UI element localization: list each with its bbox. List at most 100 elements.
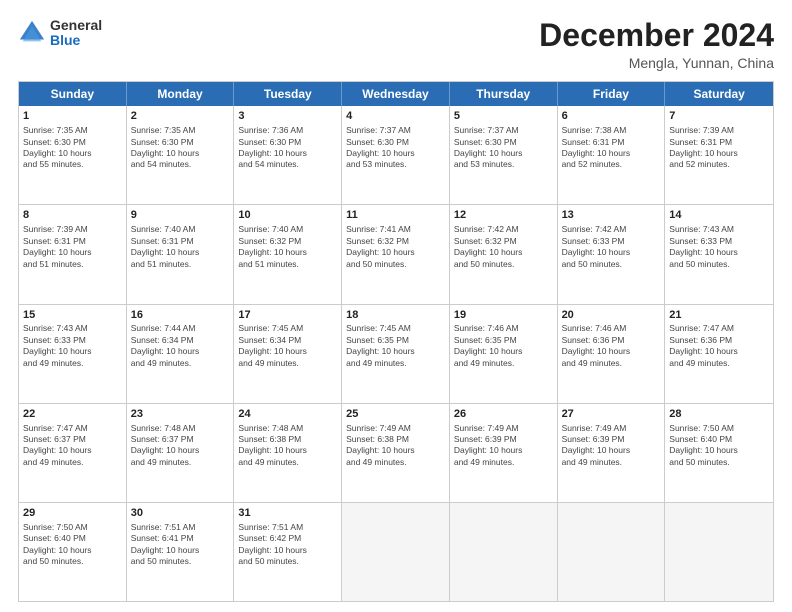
calendar-row-2: 15Sunrise: 7:43 AMSunset: 6:33 PMDayligh… xyxy=(19,304,773,403)
day-number: 4 xyxy=(346,109,445,124)
cell-info: Sunrise: 7:38 AMSunset: 6:31 PMDaylight:… xyxy=(562,125,631,169)
calendar-cell-4-6 xyxy=(665,503,773,601)
day-number: 2 xyxy=(131,109,230,124)
cell-info: Sunrise: 7:37 AMSunset: 6:30 PMDaylight:… xyxy=(346,125,415,169)
month-title: December 2024 xyxy=(539,18,774,53)
calendar-cell-1-4: 12Sunrise: 7:42 AMSunset: 6:32 PMDayligh… xyxy=(450,205,558,303)
calendar-cell-4-2: 31Sunrise: 7:51 AMSunset: 6:42 PMDayligh… xyxy=(234,503,342,601)
logo-icon xyxy=(18,19,46,47)
cell-info: Sunrise: 7:45 AMSunset: 6:34 PMDaylight:… xyxy=(238,323,307,367)
day-number: 18 xyxy=(346,308,445,323)
cell-info: Sunrise: 7:51 AMSunset: 6:41 PMDaylight:… xyxy=(131,522,200,566)
calendar-cell-3-4: 26Sunrise: 7:49 AMSunset: 6:39 PMDayligh… xyxy=(450,404,558,502)
calendar-cell-2-5: 20Sunrise: 7:46 AMSunset: 6:36 PMDayligh… xyxy=(558,305,666,403)
day-number: 28 xyxy=(669,407,769,422)
cell-info: Sunrise: 7:40 AMSunset: 6:32 PMDaylight:… xyxy=(238,224,307,268)
cell-info: Sunrise: 7:48 AMSunset: 6:38 PMDaylight:… xyxy=(238,423,307,467)
cell-info: Sunrise: 7:48 AMSunset: 6:37 PMDaylight:… xyxy=(131,423,200,467)
calendar-row-0: 1Sunrise: 7:35 AMSunset: 6:30 PMDaylight… xyxy=(19,106,773,204)
calendar-cell-3-3: 25Sunrise: 7:49 AMSunset: 6:38 PMDayligh… xyxy=(342,404,450,502)
calendar-cell-2-1: 16Sunrise: 7:44 AMSunset: 6:34 PMDayligh… xyxy=(127,305,235,403)
cell-info: Sunrise: 7:51 AMSunset: 6:42 PMDaylight:… xyxy=(238,522,307,566)
day-number: 1 xyxy=(23,109,122,124)
header-thursday: Thursday xyxy=(450,82,558,106)
cell-info: Sunrise: 7:35 AMSunset: 6:30 PMDaylight:… xyxy=(23,125,92,169)
day-number: 11 xyxy=(346,208,445,223)
day-number: 26 xyxy=(454,407,553,422)
cell-info: Sunrise: 7:35 AMSunset: 6:30 PMDaylight:… xyxy=(131,125,200,169)
day-number: 8 xyxy=(23,208,122,223)
calendar-cell-2-4: 19Sunrise: 7:46 AMSunset: 6:35 PMDayligh… xyxy=(450,305,558,403)
cell-info: Sunrise: 7:44 AMSunset: 6:34 PMDaylight:… xyxy=(131,323,200,367)
calendar-cell-1-3: 11Sunrise: 7:41 AMSunset: 6:32 PMDayligh… xyxy=(342,205,450,303)
calendar-cell-2-3: 18Sunrise: 7:45 AMSunset: 6:35 PMDayligh… xyxy=(342,305,450,403)
day-number: 30 xyxy=(131,506,230,521)
title-block: December 2024 Mengla, Yunnan, China xyxy=(539,18,774,71)
header-monday: Monday xyxy=(127,82,235,106)
cell-info: Sunrise: 7:50 AMSunset: 6:40 PMDaylight:… xyxy=(23,522,92,566)
day-number: 20 xyxy=(562,308,661,323)
calendar-cell-0-4: 5Sunrise: 7:37 AMSunset: 6:30 PMDaylight… xyxy=(450,106,558,204)
header-saturday: Saturday xyxy=(665,82,773,106)
calendar-row-4: 29Sunrise: 7:50 AMSunset: 6:40 PMDayligh… xyxy=(19,502,773,601)
calendar-cell-3-2: 24Sunrise: 7:48 AMSunset: 6:38 PMDayligh… xyxy=(234,404,342,502)
day-number: 22 xyxy=(23,407,122,422)
cell-info: Sunrise: 7:37 AMSunset: 6:30 PMDaylight:… xyxy=(454,125,523,169)
cell-info: Sunrise: 7:42 AMSunset: 6:33 PMDaylight:… xyxy=(562,224,631,268)
day-number: 24 xyxy=(238,407,337,422)
calendar-cell-1-0: 8Sunrise: 7:39 AMSunset: 6:31 PMDaylight… xyxy=(19,205,127,303)
day-number: 14 xyxy=(669,208,769,223)
cell-info: Sunrise: 7:49 AMSunset: 6:39 PMDaylight:… xyxy=(562,423,631,467)
day-number: 5 xyxy=(454,109,553,124)
calendar-row-1: 8Sunrise: 7:39 AMSunset: 6:31 PMDaylight… xyxy=(19,204,773,303)
calendar: Sunday Monday Tuesday Wednesday Thursday… xyxy=(18,81,774,602)
day-number: 19 xyxy=(454,308,553,323)
day-number: 9 xyxy=(131,208,230,223)
cell-info: Sunrise: 7:42 AMSunset: 6:32 PMDaylight:… xyxy=(454,224,523,268)
day-number: 12 xyxy=(454,208,553,223)
day-number: 15 xyxy=(23,308,122,323)
cell-info: Sunrise: 7:43 AMSunset: 6:33 PMDaylight:… xyxy=(23,323,92,367)
calendar-cell-3-1: 23Sunrise: 7:48 AMSunset: 6:37 PMDayligh… xyxy=(127,404,235,502)
calendar-cell-1-5: 13Sunrise: 7:42 AMSunset: 6:33 PMDayligh… xyxy=(558,205,666,303)
day-number: 25 xyxy=(346,407,445,422)
calendar-cell-0-0: 1Sunrise: 7:35 AMSunset: 6:30 PMDaylight… xyxy=(19,106,127,204)
day-number: 16 xyxy=(131,308,230,323)
day-number: 17 xyxy=(238,308,337,323)
cell-info: Sunrise: 7:49 AMSunset: 6:39 PMDaylight:… xyxy=(454,423,523,467)
calendar-cell-4-0: 29Sunrise: 7:50 AMSunset: 6:40 PMDayligh… xyxy=(19,503,127,601)
logo-blue-text: Blue xyxy=(50,33,102,48)
logo-general-text: General xyxy=(50,18,102,33)
cell-info: Sunrise: 7:40 AMSunset: 6:31 PMDaylight:… xyxy=(131,224,200,268)
calendar-cell-3-5: 27Sunrise: 7:49 AMSunset: 6:39 PMDayligh… xyxy=(558,404,666,502)
page: General Blue December 2024 Mengla, Yunna… xyxy=(0,0,792,612)
day-number: 31 xyxy=(238,506,337,521)
header-friday: Friday xyxy=(558,82,666,106)
calendar-cell-1-6: 14Sunrise: 7:43 AMSunset: 6:33 PMDayligh… xyxy=(665,205,773,303)
cell-info: Sunrise: 7:46 AMSunset: 6:35 PMDaylight:… xyxy=(454,323,523,367)
cell-info: Sunrise: 7:45 AMSunset: 6:35 PMDaylight:… xyxy=(346,323,415,367)
calendar-body: 1Sunrise: 7:35 AMSunset: 6:30 PMDaylight… xyxy=(19,106,773,601)
cell-info: Sunrise: 7:41 AMSunset: 6:32 PMDaylight:… xyxy=(346,224,415,268)
calendar-row-3: 22Sunrise: 7:47 AMSunset: 6:37 PMDayligh… xyxy=(19,403,773,502)
header-wednesday: Wednesday xyxy=(342,82,450,106)
header-tuesday: Tuesday xyxy=(234,82,342,106)
header-sunday: Sunday xyxy=(19,82,127,106)
day-number: 29 xyxy=(23,506,122,521)
cell-info: Sunrise: 7:46 AMSunset: 6:36 PMDaylight:… xyxy=(562,323,631,367)
day-number: 6 xyxy=(562,109,661,124)
calendar-cell-0-1: 2Sunrise: 7:35 AMSunset: 6:30 PMDaylight… xyxy=(127,106,235,204)
calendar-header: Sunday Monday Tuesday Wednesday Thursday… xyxy=(19,82,773,106)
calendar-cell-1-1: 9Sunrise: 7:40 AMSunset: 6:31 PMDaylight… xyxy=(127,205,235,303)
day-number: 23 xyxy=(131,407,230,422)
calendar-cell-3-0: 22Sunrise: 7:47 AMSunset: 6:37 PMDayligh… xyxy=(19,404,127,502)
calendar-cell-2-6: 21Sunrise: 7:47 AMSunset: 6:36 PMDayligh… xyxy=(665,305,773,403)
calendar-cell-0-3: 4Sunrise: 7:37 AMSunset: 6:30 PMDaylight… xyxy=(342,106,450,204)
cell-info: Sunrise: 7:47 AMSunset: 6:37 PMDaylight:… xyxy=(23,423,92,467)
calendar-cell-4-3 xyxy=(342,503,450,601)
day-number: 3 xyxy=(238,109,337,124)
logo: General Blue xyxy=(18,18,102,49)
cell-info: Sunrise: 7:39 AMSunset: 6:31 PMDaylight:… xyxy=(669,125,738,169)
day-number: 27 xyxy=(562,407,661,422)
cell-info: Sunrise: 7:36 AMSunset: 6:30 PMDaylight:… xyxy=(238,125,307,169)
